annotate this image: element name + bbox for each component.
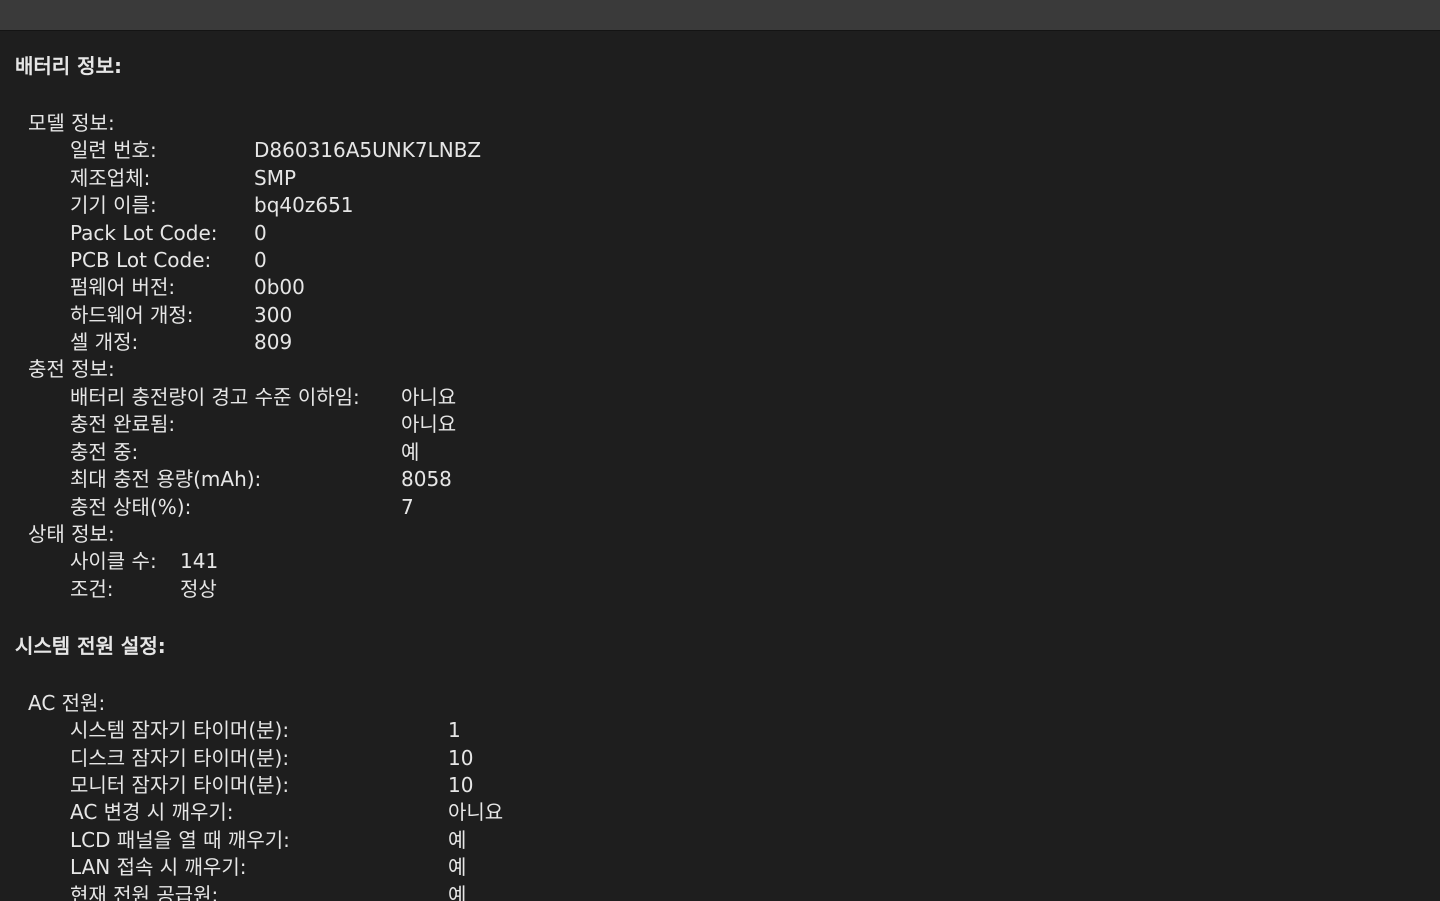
row-value: bq40z651 — [254, 193, 354, 217]
row-label: 일련 번호: — [70, 138, 157, 162]
row-value: 10 — [448, 773, 474, 797]
row-label: 시스템 잠자기 타이머(분): — [70, 718, 290, 742]
row-value: 0 — [254, 221, 267, 245]
group-heading-charge: 충전 정보: — [28, 357, 115, 381]
row-value: SMP — [254, 166, 297, 190]
row-label: Pack Lot Code: — [70, 221, 218, 245]
row-label: 디스크 잠자기 타이머(분): — [70, 746, 290, 770]
row-value: 예 — [448, 828, 467, 852]
row-value: 8058 — [401, 467, 452, 491]
row-value: 아니요 — [401, 385, 457, 409]
row-value: 809 — [254, 330, 293, 354]
row-value: 정상 — [180, 577, 217, 601]
row-value: 예 — [401, 440, 420, 464]
window-toolbar — [0, 0, 1440, 31]
group-heading-model: 모델 정보: — [28, 111, 115, 135]
row-label: 기기 이름: — [70, 193, 157, 217]
row-label: 충전 상태(%): — [70, 495, 192, 519]
row-value: 아니요 — [448, 800, 504, 824]
row-label: 최대 충전 용량(mAh): — [70, 467, 262, 491]
row-value: 141 — [180, 549, 219, 573]
row-value: 0 — [254, 248, 267, 272]
row-value: 아니요 — [401, 412, 457, 436]
row-value: 1 — [448, 718, 461, 742]
row-label: 조건: — [70, 577, 114, 601]
row-value: 예 — [448, 855, 467, 879]
row-value: 300 — [254, 303, 293, 327]
row-value: D860316A5UNK7LNBZ — [254, 138, 482, 162]
row-label: 현재 전원 공급원: — [70, 883, 219, 901]
group-heading-health: 상태 정보: — [28, 522, 115, 546]
row-label: 하드웨어 개정: — [70, 303, 194, 327]
row-label: PCB Lot Code: — [70, 248, 212, 272]
row-label: 제조업체: — [70, 166, 151, 190]
report-content: 배터리 정보: 모델 정보: 일련 번호: D860316A5UNK7LNBZ … — [0, 31, 1440, 901]
row-label: 충전 완료됨: — [70, 412, 176, 436]
row-label: 펌웨어 버전: — [70, 275, 176, 299]
row-label: 셀 개정: — [70, 330, 139, 354]
row-value: 10 — [448, 746, 474, 770]
group-heading-ac-power: AC 전원: — [28, 691, 106, 715]
section-title-battery: 배터리 정보: — [15, 54, 122, 78]
row-label: 충전 중: — [70, 440, 139, 464]
row-label: AC 변경 시 깨우기: — [70, 800, 234, 824]
row-value: 예 — [448, 883, 467, 901]
row-value: 0b00 — [254, 275, 305, 299]
row-label: LAN 접속 시 깨우기: — [70, 855, 247, 879]
row-label: 배터리 충전량이 경고 수준 이하임: — [70, 385, 360, 409]
row-label: 모니터 잠자기 타이머(분): — [70, 773, 290, 797]
section-title-power: 시스템 전원 설정: — [15, 634, 166, 658]
row-label: LCD 패널을 열 때 깨우기: — [70, 828, 290, 852]
row-value: 7 — [401, 495, 414, 519]
row-label: 사이클 수: — [70, 549, 157, 573]
